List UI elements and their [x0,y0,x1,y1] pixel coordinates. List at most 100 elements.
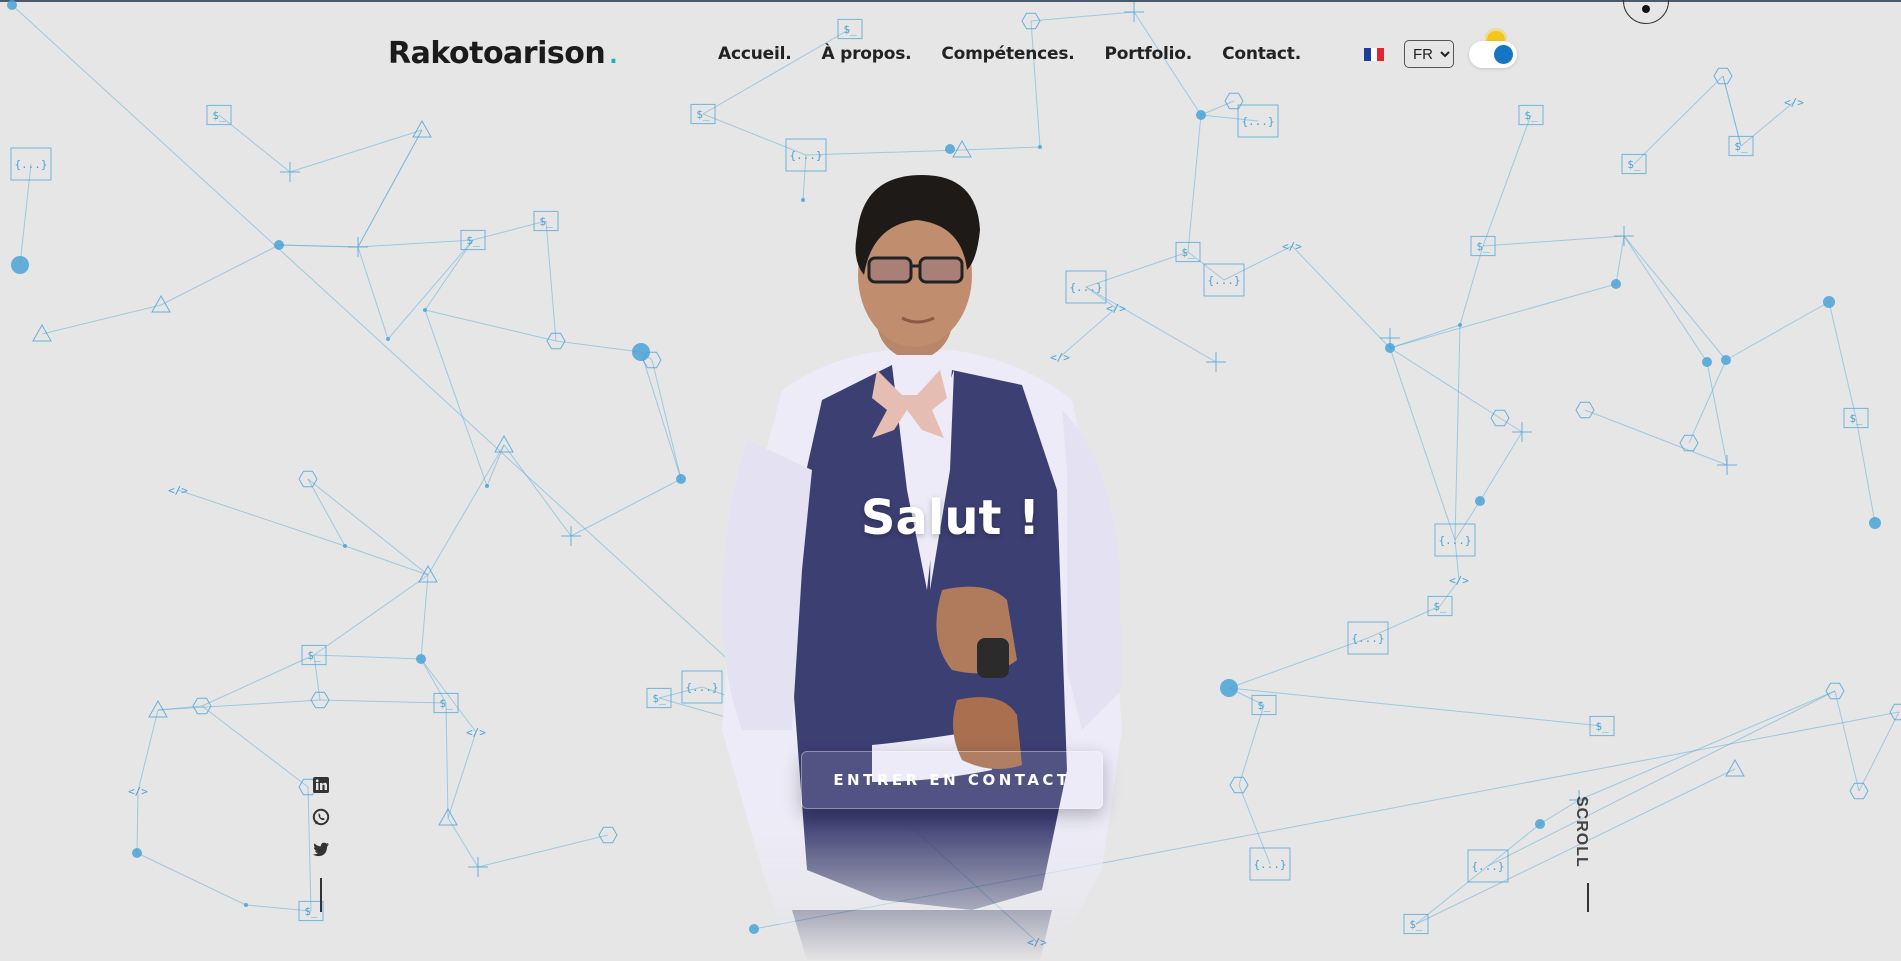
code-box-symbol: $_ [1849,412,1863,425]
cross-node [348,237,368,257]
code-box-symbol: {...} [14,158,47,171]
network-node [416,654,426,664]
network-edge [1487,690,1836,867]
network-node [1702,357,1712,367]
linkedin-icon[interactable] [312,776,330,794]
code-box-node: $_ [646,687,672,709]
network-edge [357,239,474,248]
triangle-node [952,139,972,158]
france-flag-icon [1364,48,1385,61]
code-box-node: {...} [10,147,52,181]
network-edge [319,699,447,704]
code-box-symbol: $_ [652,692,666,705]
network-edge [1238,704,1265,786]
scroll-line [1587,883,1589,912]
code-box-node: $_ [1470,235,1496,257]
network-edge [1415,865,1489,925]
network-edge [136,790,139,854]
site-logo[interactable]: Rakotoarison. [388,36,618,71]
network-edge [1228,687,1603,727]
network-edge [19,163,32,266]
portrait-photo [722,175,1122,961]
code-box-symbol: $_ [1409,918,1423,931]
network-node [1823,296,1835,308]
network-edge [1482,235,1625,247]
code-box-node: {...} [681,670,723,704]
code-tag-node: </> [1282,240,1302,253]
network-edge [201,705,309,788]
code-box-symbol: $_ [1524,109,1538,122]
network-edge [1389,347,1501,419]
code-box-symbol: $_ [1595,720,1609,733]
network-edge [313,574,429,656]
network-node [274,240,284,250]
triangle-node [32,323,52,342]
cross-node [1614,226,1634,246]
network-edge [640,351,682,480]
network-node [11,256,29,274]
hexagon-node [1889,703,1901,721]
network-edge [424,239,474,311]
network-edge [344,545,429,576]
code-box-symbol: {...} [1207,274,1240,287]
nav-link-portfolio[interactable]: Portfolio. [1105,44,1193,64]
code-box-symbol: {...} [1241,115,1274,128]
network-node [485,484,489,488]
code-box-symbol: $_ [1627,158,1641,171]
logo-text: Rakotoarison [388,36,606,71]
network-node [1220,679,1238,697]
site-header: Rakotoarison. Accueil. À propos. Compéte… [0,0,1901,110]
nav-link-competences[interactable]: Compétences. [941,44,1074,64]
network-edge [1834,690,1860,792]
whatsapp-icon[interactable] [312,808,330,826]
network-edge [41,304,162,335]
network-edge [1238,784,1271,865]
code-tag-node: </> [466,726,486,739]
theme-toggle[interactable] [1469,41,1517,68]
network-edge [445,702,449,819]
code-box-node: $_ [1843,407,1869,429]
network-node [1535,819,1545,829]
network-edge [420,658,477,733]
network-edge [1482,114,1532,247]
network-edge [1389,283,1617,349]
code-box-symbol: $_ [1433,600,1447,613]
network-edge [651,359,682,480]
code-box-symbol: $_ [466,234,480,247]
network-node [132,848,142,858]
network-edge [1725,301,1830,361]
cross-node [1380,328,1400,348]
hero-greeting: Salut ! [860,490,1041,546]
twitter-icon[interactable] [312,840,330,858]
network-edge [278,244,359,248]
language-select[interactable]: FR [1404,40,1454,68]
network-node [1611,279,1621,289]
network-edge [477,834,609,868]
network-edge [1623,235,1708,363]
nav-link-contact[interactable]: Contact. [1222,44,1301,64]
code-box-symbol: $_ [1734,140,1748,153]
network-edge [555,340,642,353]
network-node [1458,323,1462,327]
network-edge [1858,711,1900,792]
code-box-node: $_ [1427,595,1453,617]
cursor-dot [1642,5,1650,13]
triangle-node [151,294,171,313]
code-box-node: $_ [1251,694,1277,716]
network-node [386,337,390,341]
network-edge [961,146,1041,151]
scroll-indicator[interactable]: SCROLL [1572,796,1590,868]
network-edge [424,309,557,342]
code-box-node: $_ [533,210,559,232]
social-links [312,776,330,912]
nav-link-a-propos[interactable]: À propos. [821,44,911,64]
code-box-symbol: $_ [1476,240,1490,253]
network-edge [313,654,422,660]
code-box-symbol: {...} [789,149,822,162]
code-box-node: $_ [1589,715,1615,737]
logo-accent: . [609,44,618,69]
code-box-node: {...} [1249,847,1291,881]
code-box-node: {...} [1347,621,1389,655]
contact-button[interactable]: ENTRER EN CONTACT [801,751,1103,809]
nav-link-accueil[interactable]: Accueil. [718,44,792,64]
